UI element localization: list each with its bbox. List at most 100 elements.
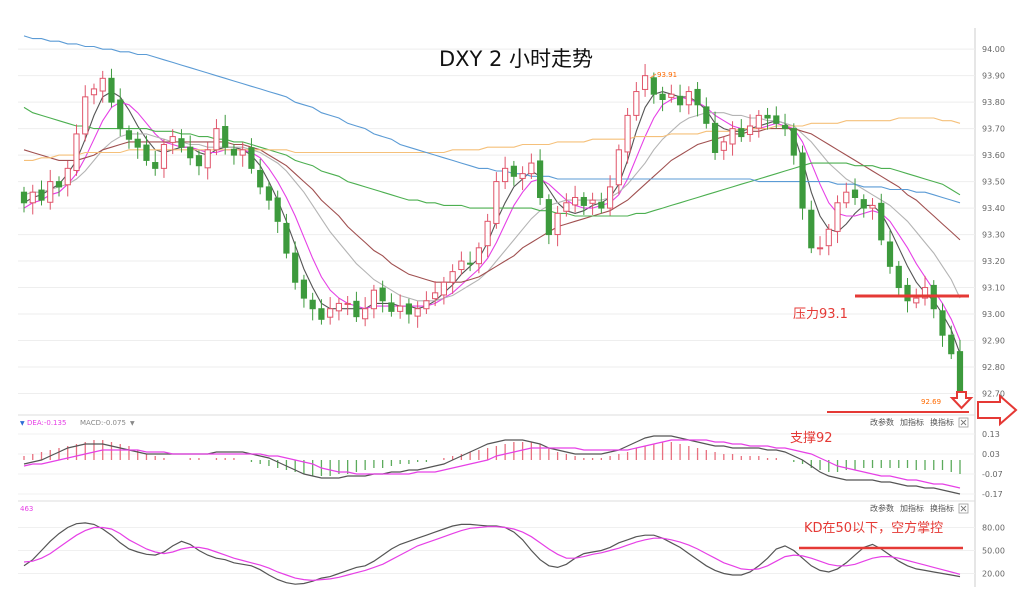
candle-body	[397, 305, 404, 312]
candle-body	[108, 77, 115, 103]
price-tick-label: 93.50	[982, 178, 1005, 187]
price-tick-label: 93.20	[982, 257, 1005, 266]
candle-body	[851, 189, 859, 198]
macd-add-indicator-button[interactable]: 加指标	[900, 417, 924, 427]
candle-body	[475, 247, 482, 265]
kd-annotation-label: KD在50以下，空方掌控	[804, 520, 943, 536]
macd-axis-ticks: 0.13 0.03 -0.07 -0.17	[982, 430, 1003, 499]
price-tick-label: 92.90	[982, 336, 1005, 345]
candle-body	[467, 262, 474, 265]
candle-body	[414, 308, 421, 317]
kd-switch-indicator-button[interactable]: 换指标	[930, 503, 954, 513]
candle-body	[484, 220, 491, 247]
kd-tick-label: 20.00	[982, 570, 1005, 579]
macd-buttons: 改参数 加指标 换指标	[870, 417, 969, 428]
candle-body	[834, 202, 841, 232]
candle-body	[502, 167, 509, 183]
candle-body	[230, 148, 238, 156]
macd-arrow-icon: ▼	[20, 420, 25, 427]
candle-body	[755, 114, 762, 129]
price-tick-label: 93.40	[982, 204, 1005, 213]
kd-buttons: 改参数 加指标 换指标	[870, 503, 969, 514]
candle-body	[257, 169, 264, 188]
chart-title: DXY 2 小时走势	[439, 47, 593, 71]
candle-body	[362, 308, 369, 320]
candle-body	[90, 88, 98, 96]
candle-body	[720, 141, 727, 151]
candle-body	[169, 136, 176, 143]
price-tick-label: 93.90	[982, 72, 1005, 81]
candle-body	[668, 93, 675, 98]
candle-body	[143, 144, 150, 161]
kd-axis-ticks: 80.00 50.00 20.00	[982, 524, 1005, 579]
moving-average-line	[23, 96, 961, 341]
candle-body	[213, 128, 220, 151]
close-icon[interactable]	[958, 503, 969, 514]
candle-body	[519, 173, 526, 179]
candle-body	[29, 191, 36, 204]
candle-body	[563, 202, 570, 212]
candle-body	[38, 189, 45, 201]
close-icon[interactable]	[958, 417, 969, 428]
candle-body	[825, 228, 832, 247]
candle-body	[335, 302, 343, 312]
candle-body	[773, 115, 780, 124]
kd-change-params-button[interactable]: 改参数	[870, 503, 894, 513]
support-label: 支撑92	[790, 431, 833, 446]
kd-add-indicator-button[interactable]: 加指标	[900, 503, 924, 513]
candle-body	[624, 114, 631, 153]
resistance-label: 压力93.1	[793, 307, 848, 322]
candle-body	[458, 260, 465, 271]
price-tick-label: 94.00	[982, 45, 1005, 54]
candle-body	[886, 241, 894, 267]
price-tick-label: 92.80	[982, 363, 1005, 372]
candle-body	[746, 125, 754, 135]
candle-body	[738, 128, 745, 138]
candle-body	[125, 130, 133, 140]
candle-body	[440, 281, 447, 296]
candle-body	[152, 162, 159, 169]
candle-body	[843, 191, 850, 204]
macd-tick-label: 0.03	[982, 450, 1000, 459]
candle-body	[598, 201, 605, 209]
chart-canvas: DXY 2 小时走势 93.91 92.69 压力93.1 支撑92 KD在50…	[18, 28, 1018, 587]
candle-body	[641, 75, 649, 90]
candle-body	[292, 252, 299, 283]
candle-body	[73, 133, 80, 171]
candle-body	[948, 334, 955, 355]
price-tick-label: 93.00	[982, 310, 1005, 319]
price-tick-label: 93.30	[982, 231, 1005, 240]
candle-body	[878, 202, 885, 241]
candle-body	[187, 146, 194, 159]
candle-body	[20, 191, 28, 204]
candle-body	[265, 186, 273, 201]
candle-body	[222, 126, 229, 148]
candle-body	[703, 106, 710, 124]
candle-body	[939, 310, 946, 336]
candle-body	[572, 196, 579, 206]
candle-body	[47, 181, 54, 203]
price-tick-label: 93.80	[982, 98, 1005, 107]
candle-body	[781, 124, 789, 130]
chart-stage: DXY 2 小时走势 93.91 92.69 压力93.1 支撑92 KD在50…	[0, 0, 1024, 587]
candle-body	[493, 181, 500, 224]
macd-switch-indicator-button[interactable]: 换指标	[930, 417, 954, 427]
candle-body	[659, 93, 666, 101]
macd-change-params-button[interactable]: 改参数	[870, 417, 894, 427]
candle-body	[449, 271, 456, 283]
candle-body	[764, 114, 771, 119]
kd-value: 463	[20, 505, 33, 513]
candle-body	[300, 279, 308, 299]
candle-body	[510, 165, 517, 177]
price-tick-label: 93.10	[982, 284, 1005, 293]
candle-body	[134, 138, 141, 148]
macd-value: MACD:-0.075	[80, 419, 126, 427]
low-price-label: 92.69	[921, 398, 941, 406]
candle-body	[388, 302, 395, 312]
candle-body	[729, 128, 736, 145]
kd-tick-label: 80.00	[982, 524, 1005, 533]
price-axis-ticks: 94.00 93.90 93.80 93.70 93.60 93.50 93.40 93.30…	[982, 45, 1005, 398]
candle-body	[537, 160, 544, 198]
candle-body	[554, 212, 561, 236]
arrow-down-icon	[949, 391, 974, 410]
